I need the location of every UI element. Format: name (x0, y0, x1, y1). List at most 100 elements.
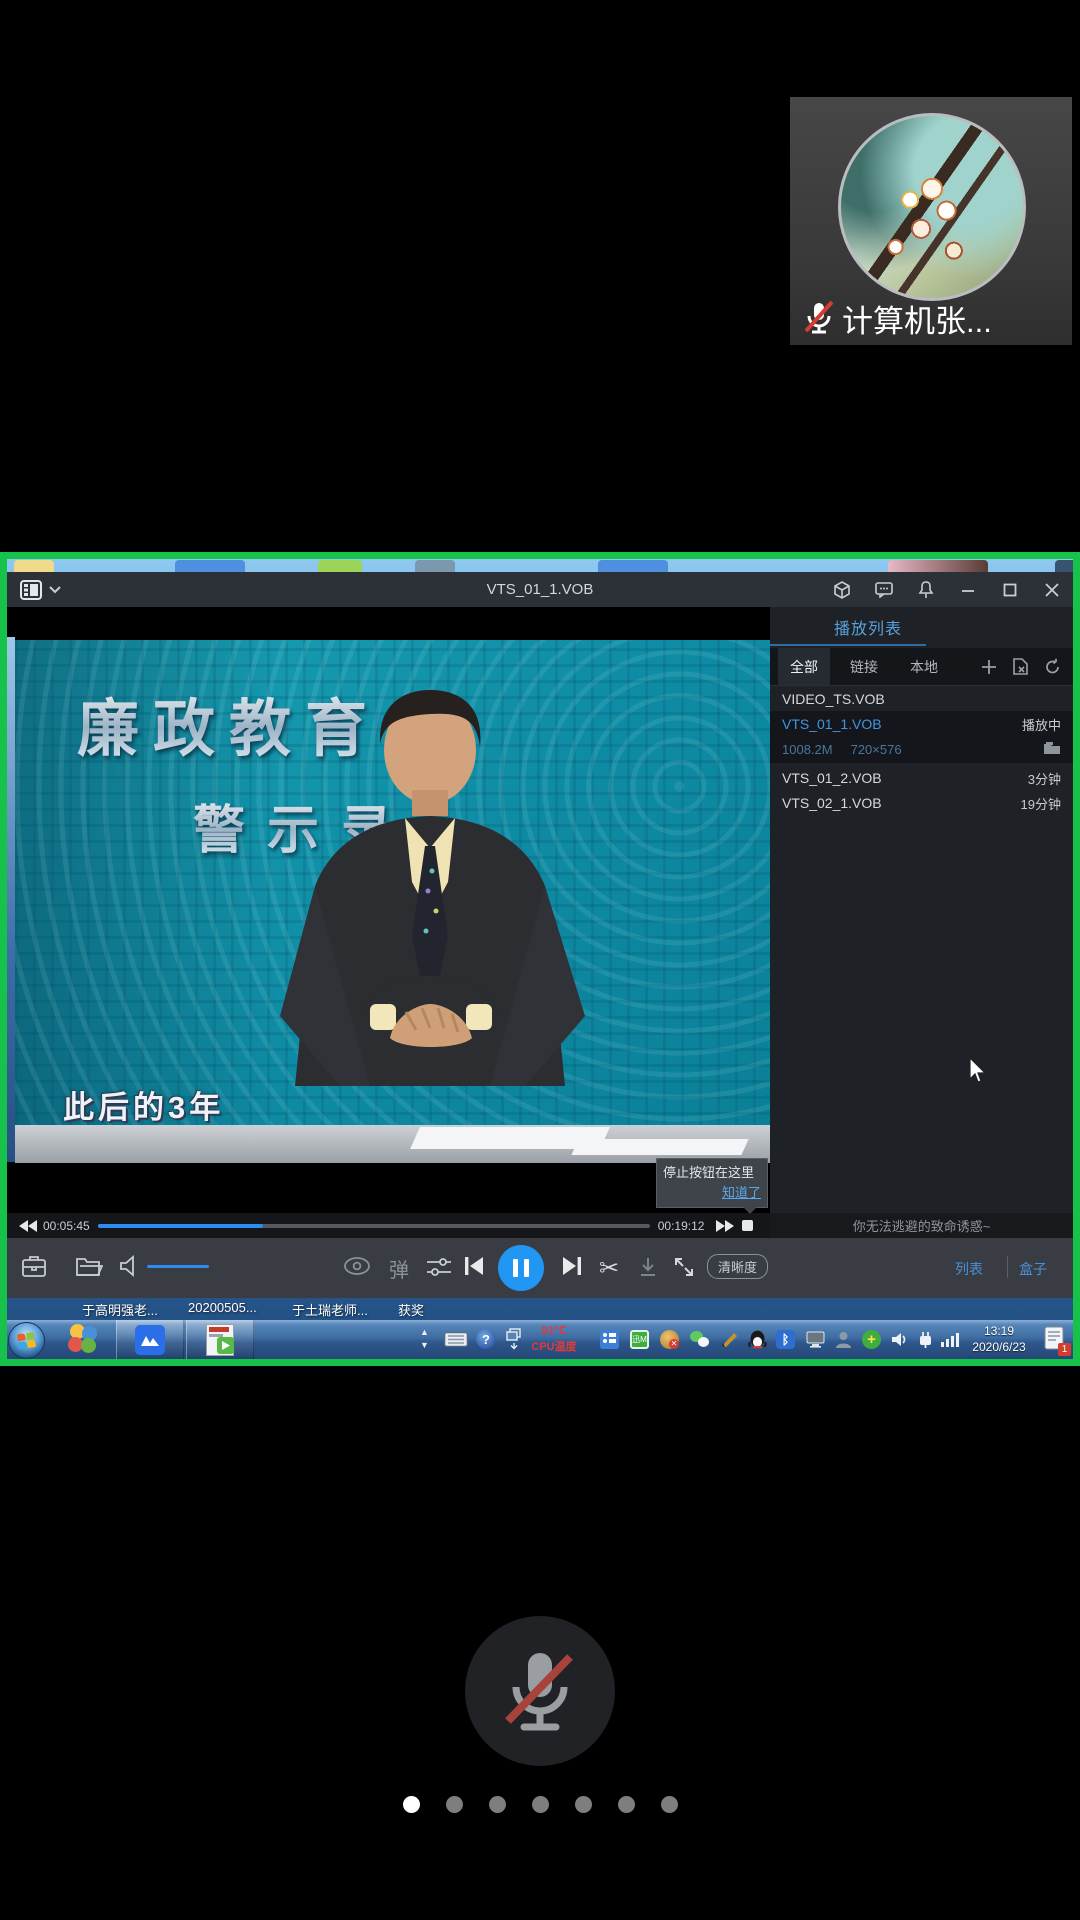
preview-eye-icon[interactable] (343, 1255, 371, 1277)
tray-qq-icon[interactable] (748, 1330, 767, 1349)
minimize-button[interactable] (947, 572, 989, 607)
previous-track-icon[interactable] (463, 1255, 485, 1277)
notification-badge: 1 (1058, 1343, 1071, 1356)
desktop-shortcut-label[interactable]: 于土瑞老师... (292, 1300, 368, 1319)
tray-help-icon[interactable]: ? (476, 1329, 496, 1349)
pause-button[interactable] (498, 1245, 544, 1291)
desktop-shortcut-label[interactable]: 20200505... (188, 1300, 257, 1315)
tooltip-dismiss-link[interactable]: 知道了 (663, 1182, 761, 1201)
download-icon[interactable] (637, 1256, 659, 1278)
tab-links[interactable]: 链接 (838, 648, 890, 685)
tray-power-plug-icon[interactable] (916, 1330, 935, 1349)
tray-network-signal-icon[interactable] (940, 1330, 959, 1349)
tooltip-arrow (743, 1207, 757, 1214)
playlist-toggle-button[interactable]: 列表 (955, 1259, 983, 1279)
add-item-icon[interactable] (981, 659, 997, 675)
page-dot[interactable] (532, 1796, 549, 1813)
tray-keyboard-icon[interactable] (444, 1332, 468, 1352)
volume-icon[interactable] (119, 1254, 141, 1278)
volume-slider[interactable] (147, 1265, 209, 1268)
media-box-icon[interactable] (21, 1254, 47, 1280)
tray-bluetooth-icon[interactable]: ᛒ (776, 1330, 795, 1349)
player-app-icon (206, 1324, 234, 1356)
page-dot[interactable] (661, 1796, 678, 1813)
shared-screen-region: VTS_01_1.VOB (0, 552, 1080, 1366)
video-frame: 廉政教育 警示录 (15, 640, 770, 1163)
seek-bar[interactable] (98, 1224, 650, 1228)
mic-muted-large-icon (498, 1645, 582, 1737)
page-dot[interactable] (618, 1796, 635, 1813)
app-logo-icon[interactable] (19, 578, 43, 602)
page-dot[interactable] (489, 1796, 506, 1813)
tray-playlist-app-icon[interactable] (600, 1330, 619, 1349)
page-dot-active[interactable] (403, 1796, 420, 1813)
microphone-mute-button[interactable] (465, 1616, 615, 1766)
fast-forward-icon[interactable] (716, 1220, 734, 1232)
maximize-button[interactable] (989, 572, 1031, 607)
video-edge-strip (7, 637, 15, 1162)
video-area[interactable]: 廉政教育 警示录 (7, 607, 770, 1213)
clear-list-icon[interactable] (1013, 658, 1028, 675)
share-border-left (0, 552, 7, 1366)
rewind-icon[interactable] (19, 1220, 37, 1232)
tray-wechat-icon[interactable] (690, 1330, 709, 1349)
playlist-item-meta: 1008.2M 720×576 (770, 736, 1073, 762)
desktop-icon-fragment (175, 560, 245, 572)
tray-ink-pen-icon[interactable] (720, 1330, 739, 1349)
page-indicator-dots[interactable] (0, 1796, 1080, 1813)
tray-user-icon[interactable] (834, 1330, 853, 1349)
tab-all[interactable]: 全部 (778, 648, 830, 685)
playlist-item-playing[interactable]: VTS_01_1.VOB 播放中 (770, 711, 1073, 737)
skin-cube-button[interactable] (821, 572, 863, 607)
tray-speed-app-icon[interactable]: 迅M (630, 1330, 649, 1349)
cpu-temp-label: CPU温度 (531, 1341, 576, 1353)
taskbar-meeting-app-button[interactable] (116, 1320, 184, 1359)
seek-bar-fill (98, 1224, 264, 1228)
playlist-item[interactable]: VTS_01_2.VOB 3分钟 (770, 765, 1073, 791)
tooltip-text: 停止按钮在这里 (663, 1165, 754, 1180)
playlist-status-text: 你无法逃避的致命诱惑~ (853, 1216, 991, 1235)
page-dot[interactable] (446, 1796, 463, 1813)
mic-muted-icon (802, 299, 836, 337)
quality-button[interactable]: 清晰度 (707, 1254, 768, 1279)
item-duration: 19分钟 (1021, 794, 1061, 813)
divider (1007, 1256, 1008, 1278)
desk-papers (571, 1139, 748, 1155)
stop-icon[interactable] (742, 1220, 753, 1231)
chevron-down-icon[interactable] (49, 586, 61, 594)
clock-date: 2020/6/23 (972, 1340, 1025, 1354)
next-track-icon[interactable] (561, 1255, 583, 1277)
desktop-icon-fragment (318, 560, 362, 572)
tab-local[interactable]: 本地 (898, 648, 950, 685)
start-button[interactable] (8, 1322, 45, 1359)
tray-warning-app-icon[interactable]: ✕ (660, 1330, 679, 1349)
close-button[interactable] (1031, 572, 1073, 607)
locate-file-folder-icon[interactable] (1043, 741, 1061, 755)
open-folder-icon[interactable] (75, 1254, 103, 1278)
playlist-item[interactable]: VIDEO_TS.VOB (770, 686, 1073, 712)
participant-tile[interactable]: 计算机张... (790, 97, 1072, 345)
feedback-button[interactable] (863, 572, 905, 607)
taskbar-clock[interactable]: 13:19 2020/6/23 (958, 1323, 1040, 1355)
settings-sliders-icon[interactable] (425, 1255, 453, 1279)
clip-scissors-icon[interactable]: ✂ (599, 1254, 619, 1283)
desktop-shortcut-label[interactable]: 获奖 (398, 1300, 424, 1319)
playlist-item[interactable]: VTS_02_1.VOB 19分钟 (770, 790, 1073, 816)
fullscreen-expand-icon[interactable] (673, 1256, 695, 1278)
tray-display-icon[interactable] (806, 1330, 825, 1349)
danmaku-toggle[interactable]: 弹 (389, 1254, 409, 1283)
cpu-temp-widget[interactable]: 93℃ CPU温度 (512, 1323, 596, 1355)
box-button[interactable]: 盒子 (1019, 1259, 1047, 1279)
pin-on-top-button[interactable] (905, 572, 947, 607)
tray-upgrade-icon[interactable]: + (862, 1330, 881, 1349)
refresh-icon[interactable] (1044, 658, 1061, 675)
tray-volume-icon[interactable] (890, 1330, 909, 1349)
tray-scroll-arrows[interactable]: ▲▼ (420, 1326, 429, 1352)
item-size: 1008.2M (782, 742, 833, 757)
tray-notification-icon[interactable]: 1 (1044, 1326, 1068, 1354)
page-dot[interactable] (575, 1796, 592, 1813)
taskbar-player-app-button[interactable] (186, 1320, 254, 1359)
desktop-shortcut-label[interactable]: 于高明强老... (82, 1300, 158, 1319)
current-time: 00:05:45 (43, 1219, 90, 1233)
color-balls-app-icon[interactable] (68, 1324, 100, 1355)
